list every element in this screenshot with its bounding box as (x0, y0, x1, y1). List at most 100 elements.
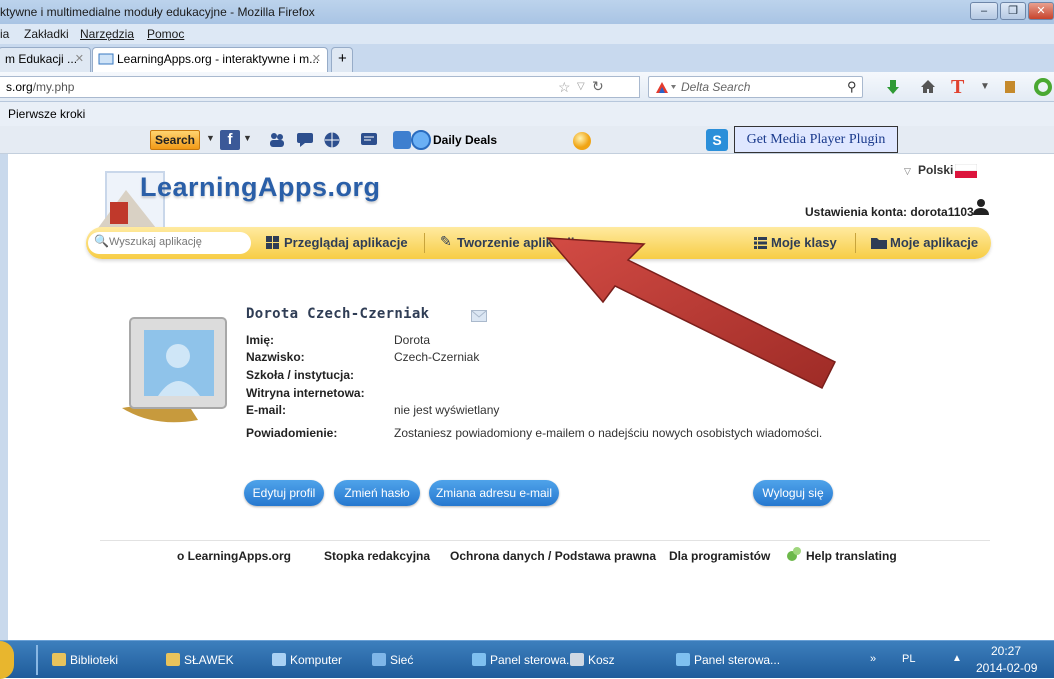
language-selector[interactable]: Polski (918, 163, 953, 177)
menu-item-help[interactable]: Pomoc (147, 27, 184, 41)
taskbar-control-panel-2[interactable]: Panel sterowa... (676, 653, 780, 667)
edit-profile-button[interactable]: Edytuj profil (244, 480, 324, 506)
skype-icon[interactable]: S (706, 129, 728, 151)
tab-label: m Edukacji ... (5, 52, 78, 66)
url-domain: s.org (6, 80, 33, 94)
taskbar-recycle-bin[interactable]: Kosz (570, 653, 615, 667)
chat-icon[interactable] (296, 132, 314, 148)
facebook-icon[interactable]: f (220, 130, 240, 150)
footer-about-link[interactable]: o LearningApps.org (177, 549, 291, 563)
close-tab-icon[interactable]: ✕ (75, 48, 84, 70)
maximize-button[interactable]: ❐ (1000, 2, 1026, 20)
control-panel-icon (472, 653, 486, 666)
menu-bar: ia Zakładki Narzędzia Pomoc (0, 24, 1054, 44)
reload-icon[interactable]: ↻ (592, 76, 604, 96)
footer-imprint-link[interactable]: Stopka redakcyjna (324, 549, 430, 563)
notification-label: Powiadomienie: (246, 426, 338, 440)
app-search-input[interactable]: 🔍 Wyszukaj aplikację (88, 232, 251, 254)
addon-dropdown-icon[interactable]: ▼ (980, 81, 990, 92)
bookmarks-library-icon[interactable] (1004, 80, 1016, 94)
app-search-placeholder: Wyszukaj aplikację (109, 236, 202, 248)
tray-arrow-icon[interactable]: ▲ (952, 653, 962, 664)
clock-time[interactable]: 20:27 (991, 644, 1021, 658)
taskbar-control-panel[interactable]: Panel sterowa... (472, 653, 576, 667)
email-label: E-mail: (246, 403, 287, 417)
media-player-plugin-button[interactable]: Get Media Player Plugin (734, 126, 898, 153)
language-dropdown-icon[interactable]: ▽ (904, 166, 911, 177)
computer-icon (272, 653, 286, 666)
folder-icon (52, 653, 66, 666)
addon-t-icon[interactable]: T (951, 76, 964, 99)
home-icon[interactable] (920, 79, 936, 94)
menu-item-tools[interactable]: Narzędzia (80, 27, 134, 41)
window-title: ktywne i multimedialne moduły edukacyjne… (0, 5, 315, 19)
download-icon[interactable] (886, 79, 900, 95)
envelope-icon[interactable] (471, 310, 487, 322)
footer-privacy-link[interactable]: Ochrona danych / Podstawa prawna (450, 549, 656, 563)
menu-item-bookmarks[interactable]: Zakładki (24, 27, 69, 41)
window-border (0, 154, 8, 640)
taskbar-slawek[interactable]: SŁAWEK (166, 653, 234, 667)
close-tab-icon[interactable]: ✕ (312, 48, 321, 70)
taskbar-libraries[interactable]: Biblioteki (52, 653, 118, 667)
taskbar-network[interactable]: Sieć (372, 653, 413, 667)
user-icon (973, 199, 989, 215)
learningapps-favicon-icon (98, 53, 114, 65)
toolbar-search-button[interactable]: Search (150, 130, 200, 150)
footer-translate-link[interactable]: Help translating (806, 549, 897, 563)
site-logo-text[interactable]: LearningApps.org (140, 172, 381, 203)
addon-green-icon[interactable] (1034, 78, 1052, 96)
account-settings-link[interactable]: Ustawienia konta: dorota1103 (805, 205, 974, 219)
star-bookmark-icon[interactable]: ☆ (558, 77, 571, 97)
profile-name: Dorota Czech-Czerniak (246, 306, 430, 322)
logout-button[interactable]: Wyloguj się (753, 480, 833, 506)
nav-browse-apps[interactable]: Przeglądaj aplikacje (284, 235, 408, 250)
last-name-label: Nazwisko: (246, 350, 305, 364)
change-email-button[interactable]: Zmiana adresu e-mail (429, 480, 559, 506)
network-icon (372, 653, 386, 666)
history-dropdown-icon[interactable]: ▽ (577, 77, 585, 97)
search-dropdown-icon[interactable]: ▼ (206, 133, 215, 143)
navigation-bar: s.org/my.php ☆ ▽ ↻ Delta Search ⚲ T ▼ (0, 72, 1054, 102)
website-label: Witryna internetowa: (246, 386, 365, 400)
tab-edukacji[interactable]: m Edukacji ... ✕ (0, 47, 91, 72)
nav-divider (855, 233, 856, 253)
daily-deals-icon (393, 130, 431, 150)
facebook-dropdown-icon[interactable]: ▼ (243, 133, 252, 143)
people-icon[interactable] (268, 131, 286, 149)
folder-icon (166, 653, 180, 666)
search-field[interactable]: Delta Search ⚲ (648, 76, 863, 98)
url-path: /my.php (32, 80, 75, 94)
address-bar[interactable]: s.org/my.php ☆ ▽ ↻ (0, 76, 640, 98)
menu-item-view[interactable]: ia (0, 27, 9, 41)
bookmark-first-steps[interactable]: Pierwsze kroki (8, 107, 85, 121)
control-panel-icon (676, 653, 690, 666)
tray-expand-icon[interactable]: » (870, 653, 876, 665)
bookmarks-toolbar: Pierwsze kroki (0, 102, 1054, 126)
window-titlebar: ktywne i multimedialne moduły edukacyjne… (0, 0, 1054, 24)
search-icon: 🔍 (94, 234, 109, 248)
minimize-button[interactable]: – (970, 2, 998, 20)
footer-developers-link[interactable]: Dla programistów (669, 549, 770, 563)
clock-date[interactable]: 2014-02-09 (976, 661, 1037, 675)
message-icon[interactable] (360, 131, 378, 149)
tab-learningapps[interactable]: LearningApps.org - interaktywne i m... ✕ (92, 47, 328, 72)
search-magnifier-icon[interactable]: ⚲ (847, 77, 857, 97)
delta-search-icon (656, 82, 676, 93)
translate-icon (787, 547, 801, 561)
change-password-button[interactable]: Zmień hasło (334, 480, 420, 506)
new-tab-button[interactable]: + (331, 47, 353, 72)
notification-value: Zostaniesz powiadomiony e-mailem o nadej… (394, 426, 823, 440)
start-button[interactable] (0, 641, 14, 679)
globe-icon[interactable] (323, 131, 341, 149)
input-language[interactable]: PL (902, 653, 915, 665)
nav-my-apps[interactable]: Moje aplikacje (890, 235, 978, 250)
last-name-value: Czech-Czerniak (394, 350, 480, 364)
first-name-label: Imię: (246, 333, 275, 347)
taskbar-computer[interactable]: Komputer (272, 653, 342, 667)
red-arrow-annotation (546, 237, 837, 390)
orange-ball-icon[interactable] (572, 131, 592, 151)
close-window-button[interactable]: ✕ (1028, 2, 1054, 20)
poland-flag-icon (955, 164, 977, 178)
daily-deals-link[interactable]: Daily Deals (433, 133, 497, 147)
